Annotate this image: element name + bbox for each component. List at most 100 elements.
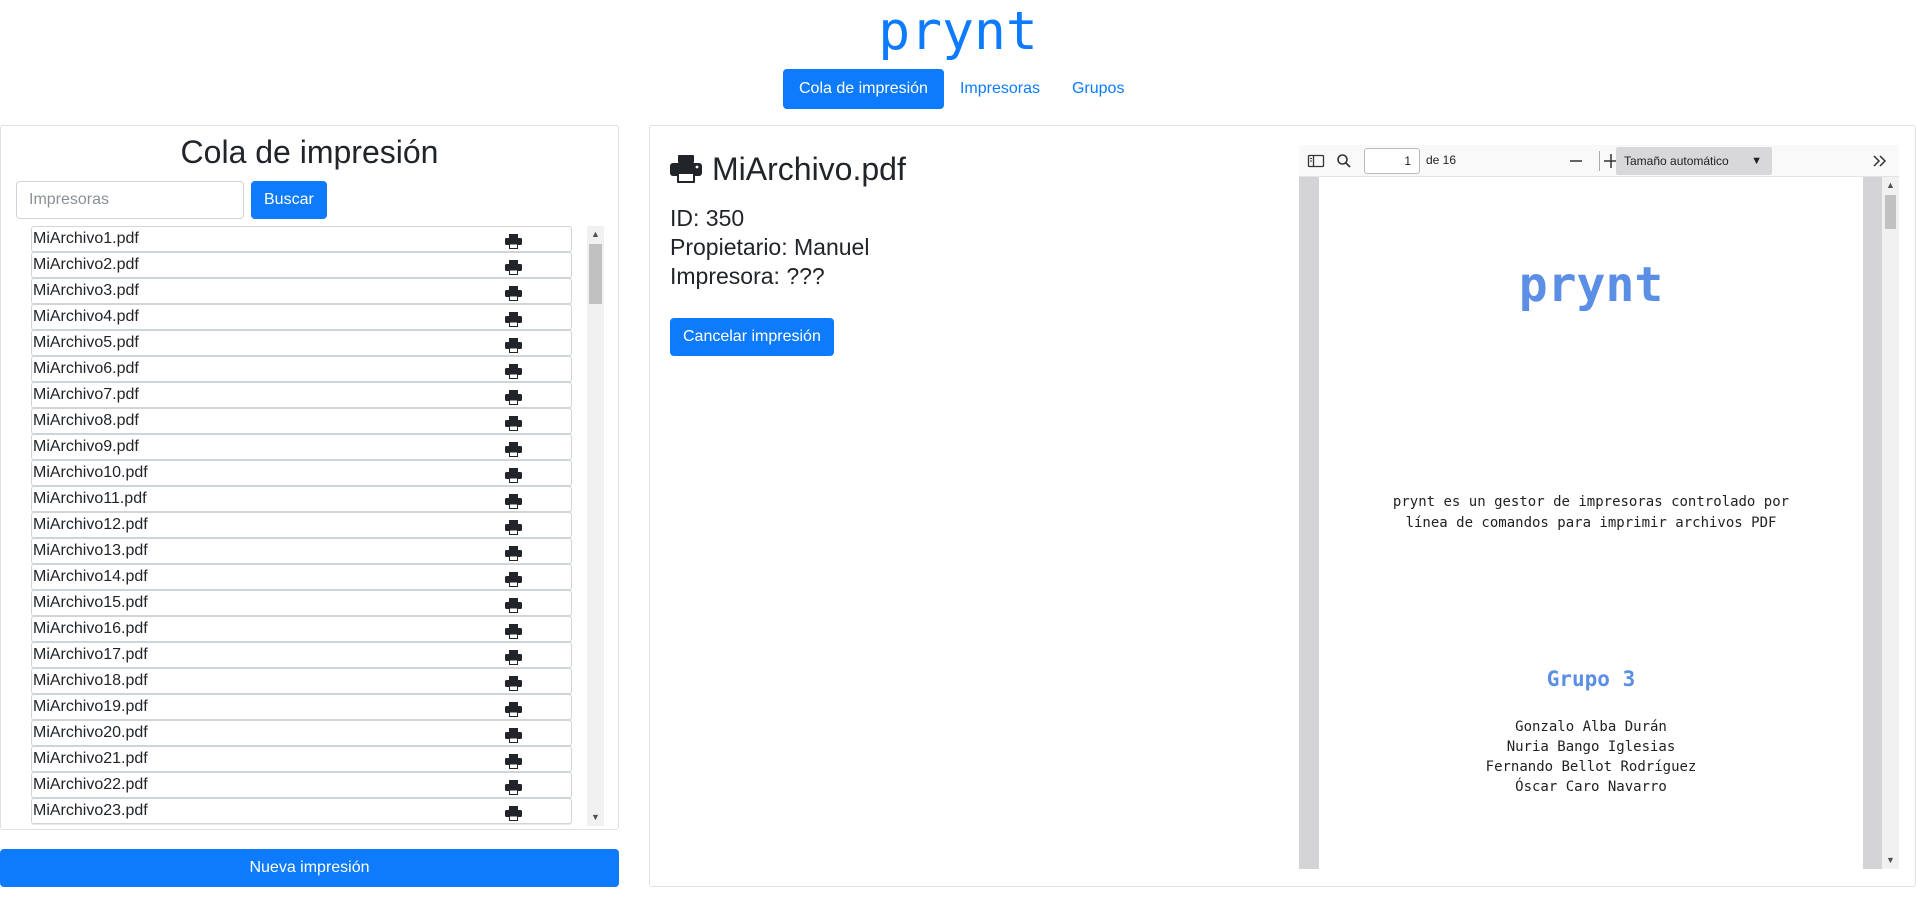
page-number-input[interactable]: 1 [1364, 148, 1420, 174]
tab-printers[interactable]: Impresoras [944, 69, 1056, 109]
printer-icon [505, 493, 522, 509]
queue-list-item[interactable]: MiArchivo3.pdf [31, 278, 572, 304]
tab-groups[interactable]: Grupos [1056, 69, 1140, 109]
queue-list-item[interactable]: MiArchivo5.pdf [31, 330, 572, 356]
queue-list-item[interactable]: MiArchivo9.pdf [31, 434, 572, 460]
main-nav: Cola de impresión Impresoras Grupos [783, 69, 1140, 109]
queue-list-item[interactable]: MiArchivo19.pdf [31, 694, 572, 720]
printer-icon [505, 389, 522, 405]
printer-search-input[interactable] [16, 181, 244, 219]
scroll-thumb[interactable] [589, 244, 602, 304]
queue-list-item[interactable]: MiArchivo6.pdf [31, 356, 572, 382]
scroll-down-arrow-icon[interactable]: ▼ [587, 809, 604, 826]
scroll-up-arrow-icon[interactable]: ▲ [587, 226, 604, 243]
queue-file-name: MiArchivo10.pdf [33, 464, 148, 481]
pdf-description-line: prynt es un gestor de impresoras control… [1392, 494, 1790, 510]
pdf-document-area[interactable]: prynt prynt es un gestor de impresoras c… [1299, 177, 1899, 869]
printer-icon [505, 337, 522, 353]
job-filename: MiArchivo.pdf [712, 150, 906, 187]
printer-icon [505, 727, 522, 743]
printer-icon [505, 467, 522, 483]
printer-icon [505, 571, 522, 587]
printer-icon [505, 415, 522, 431]
printer-icon [505, 259, 522, 275]
pdf-description: prynt es un gestor de impresoras control… [1319, 492, 1863, 534]
zoom-select-value: Tamaño automático [1624, 154, 1729, 168]
printer-icon [505, 675, 522, 691]
printer-icon [505, 623, 522, 639]
queue-list-item[interactable]: MiArchivo21.pdf [31, 746, 572, 772]
queue-scrollbar[interactable]: ▲ ▼ [587, 226, 604, 826]
search-icon[interactable] [1335, 153, 1353, 169]
scroll-thumb[interactable] [1885, 195, 1896, 229]
queue-file-name: MiArchivo11.pdf [33, 490, 147, 507]
queue-list-item[interactable]: MiArchivo22.pdf [31, 772, 572, 798]
queue-file-name: MiArchivo19.pdf [33, 698, 148, 715]
queue-file-name: MiArchivo3.pdf [33, 282, 139, 299]
queue-list-item[interactable]: MiArchivo18.pdf [31, 668, 572, 694]
queue-list-item[interactable]: MiArchivo12.pdf [31, 512, 572, 538]
queue-title: Cola de impresión [180, 134, 439, 170]
queue-file-name: MiArchivo18.pdf [33, 672, 148, 689]
printer-icon [505, 285, 522, 301]
pdf-members: Gonzalo Alba Durán Nuria Bango Iglesias … [1319, 717, 1863, 797]
search-button[interactable]: Buscar [251, 181, 327, 219]
queue-file-name: MiArchivo22.pdf [33, 776, 148, 793]
queue-file-name: MiArchivo16.pdf [33, 620, 148, 637]
pdf-viewer[interactable]: 1 de 16 Tamaño automático ▼ prynt prynt … [1299, 145, 1899, 869]
queue-list-item[interactable]: MiArchivo10.pdf [31, 460, 572, 486]
queue-list-item[interactable]: MiArchivo17.pdf [31, 642, 572, 668]
printer-icon [505, 363, 522, 379]
queue-list-item[interactable]: MiArchivo13.pdf [31, 538, 572, 564]
queue-list-item[interactable]: MiArchivo23.pdf [31, 798, 572, 824]
queue-panel: Cola de impresión Buscar MiArchivo1.pdfM… [0, 125, 619, 830]
queue-list-item[interactable]: MiArchivo1.pdf [31, 226, 572, 252]
new-print-button[interactable]: Nueva impresión [0, 849, 619, 887]
queue-file-name: MiArchivo23.pdf [33, 802, 148, 819]
job-printer: Impresora: ??? [670, 263, 825, 289]
tools-chevron-icon[interactable] [1871, 153, 1889, 169]
pdf-scrollbar[interactable]: ▲ ▼ [1882, 177, 1899, 869]
queue-list-item[interactable]: MiArchivo15.pdf [31, 590, 572, 616]
printer-icon [505, 545, 522, 561]
job-title: MiArchivo.pdf [670, 148, 906, 190]
queue-list-item[interactable]: MiArchivo14.pdf [31, 564, 572, 590]
queue-file-name: MiArchivo17.pdf [33, 646, 148, 663]
scroll-up-arrow-icon[interactable]: ▲ [1882, 177, 1899, 194]
scroll-down-arrow-icon[interactable]: ▼ [1882, 852, 1899, 869]
queue-list-item[interactable]: MiArchivo16.pdf [31, 616, 572, 642]
queue-list-item[interactable]: MiArchivo4.pdf [31, 304, 572, 330]
cancel-print-button[interactable]: Cancelar impresión [670, 318, 834, 356]
pdf-page: prynt prynt es un gestor de impresoras c… [1319, 177, 1863, 869]
pdf-brand: prynt [1518, 257, 1664, 313]
printer-icon [505, 441, 522, 457]
page-count: de 16 [1426, 153, 1457, 167]
queue-file-name: MiArchivo6.pdf [33, 360, 139, 377]
pdf-member: Gonzalo Alba Durán [1515, 719, 1667, 735]
printer-icon [505, 311, 522, 327]
queue-file-name: MiArchivo14.pdf [33, 568, 148, 585]
printer-icon [670, 155, 702, 183]
queue-file-name: MiArchivo20.pdf [33, 724, 148, 741]
zoom-out-icon[interactable] [1567, 153, 1585, 169]
sidebar-toggle-icon[interactable] [1307, 153, 1325, 169]
queue-file-name: MiArchivo13.pdf [33, 542, 148, 559]
queue-list-item[interactable]: MiArchivo11.pdf [31, 486, 572, 512]
zoom-select[interactable]: Tamaño automático ▼ [1616, 147, 1772, 175]
pdf-member: Fernando Bellot Rodríguez [1485, 759, 1697, 775]
queue-list-item[interactable]: MiArchivo8.pdf [31, 408, 572, 434]
job-owner: Propietario: Manuel [670, 234, 870, 260]
job-id: ID: 350 [670, 205, 745, 231]
printer-icon [505, 519, 522, 535]
pdf-description-line: línea de comandos para imprimir archivos… [1405, 515, 1777, 531]
chevron-down-icon: ▼ [1751, 155, 1762, 167]
queue-list-item[interactable]: MiArchivo20.pdf [31, 720, 572, 746]
queue-list-item[interactable]: MiArchivo2.pdf [31, 252, 572, 278]
queue-list[interactable]: MiArchivo1.pdf MiArchivo2.pdf MiArchivo3.p… [31, 226, 603, 826]
queue-file-name: MiArchivo7.pdf [33, 386, 139, 403]
job-meta: ID: 350 Propietario: Manuel Impresora: ?… [670, 204, 869, 291]
queue-file-name: MiArchivo15.pdf [33, 594, 148, 611]
tab-print-queue[interactable]: Cola de impresión [783, 69, 944, 109]
queue-list-item[interactable]: MiArchivo7.pdf [31, 382, 572, 408]
pdf-member: Nuria Bango Iglesias [1506, 739, 1676, 755]
